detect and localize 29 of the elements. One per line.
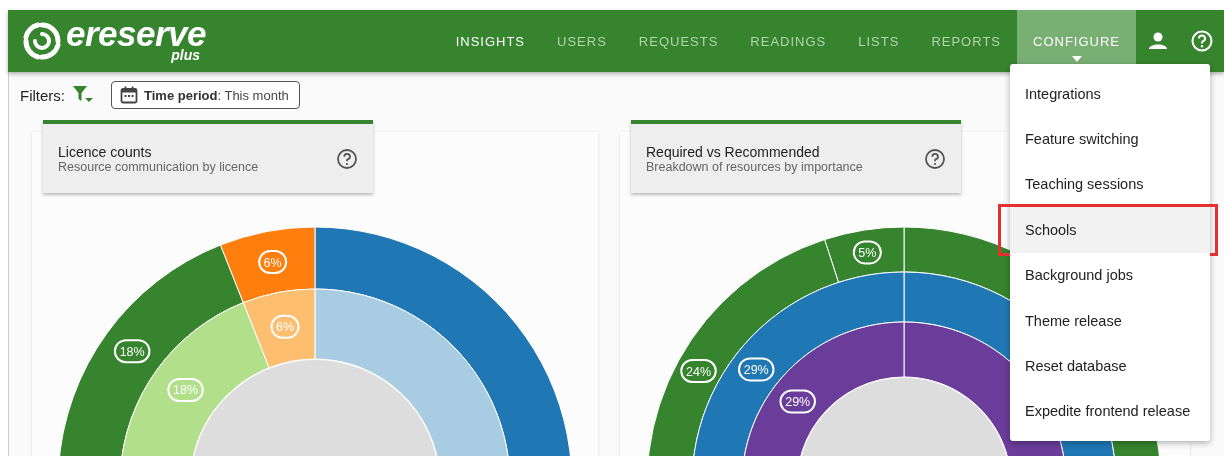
help-icon[interactable] — [336, 147, 358, 170]
menu-item[interactable]: Theme release — [1010, 297, 1210, 344]
percent-label: 24% — [680, 359, 717, 384]
help-icon[interactable] — [924, 147, 946, 170]
logo-suffix: plus — [171, 48, 201, 62]
menu-item[interactable]: Feature switching — [1010, 116, 1210, 162]
menu-item[interactable]: Background jobs — [1010, 252, 1210, 298]
percent-label: 29% — [779, 389, 816, 414]
logo-icon — [22, 21, 62, 61]
menu-item[interactable]: Integrations — [1010, 71, 1210, 117]
card-title: Required vs Recommended — [646, 143, 821, 160]
card-title: Licence counts — [58, 143, 153, 160]
menu-item[interactable]: Reset database — [1010, 343, 1210, 389]
percent-label: 18% — [167, 377, 204, 402]
percent-label: 18% — [113, 339, 151, 364]
caret-icon — [1071, 56, 1082, 62]
time-period-filter[interactable]: Time period: This month — [111, 81, 300, 109]
nav-tab[interactable]: INSIGHTS — [439, 10, 542, 72]
menu-item[interactable]: Schools — [1010, 207, 1210, 253]
percent-label: 5% — [852, 240, 882, 265]
percent-label: 6% — [258, 250, 288, 274]
menu-item[interactable]: Expedite frontend release — [1010, 388, 1210, 435]
percent-label: 29% — [738, 357, 775, 382]
calendar-icon — [120, 86, 138, 104]
card-subtitle: Resource communication by licence — [58, 159, 260, 174]
filter-icon[interactable] — [73, 86, 93, 104]
percent-label: 6% — [270, 314, 300, 339]
filters-label: Filters: — [20, 86, 65, 104]
card-subtitle: Breakdown of resources by importance — [646, 159, 864, 174]
